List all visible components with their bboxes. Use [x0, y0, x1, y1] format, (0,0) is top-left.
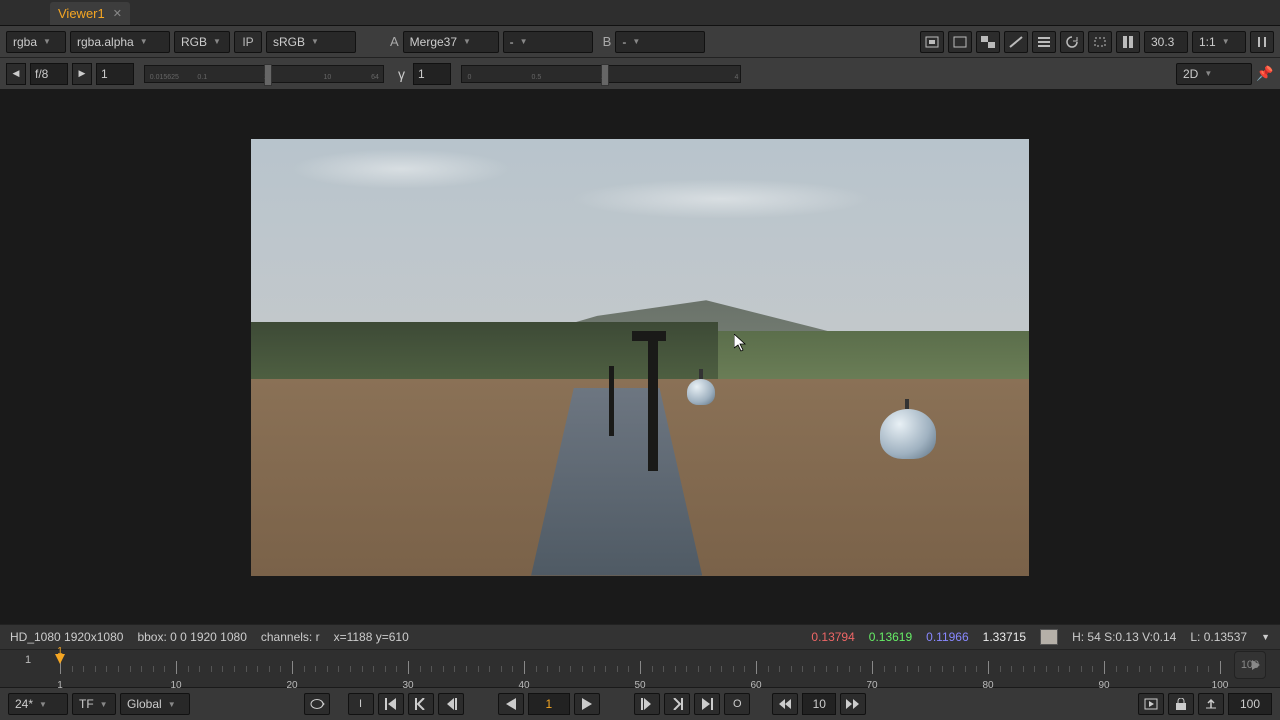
- fps-dropdown[interactable]: 24*▼: [8, 693, 68, 715]
- status-format: HD_1080 1920x1080: [10, 630, 123, 644]
- ip-toggle[interactable]: IP: [234, 31, 262, 53]
- chevron-down-icon: ▼: [1222, 37, 1230, 46]
- channel-dropdown[interactable]: rgba.alpha▼: [70, 31, 170, 53]
- refresh-icon[interactable]: [1060, 31, 1084, 53]
- in-point-button[interactable]: I: [348, 693, 374, 715]
- overscan-icon[interactable]: [948, 31, 972, 53]
- chevron-down-icon: ▼: [1204, 69, 1212, 78]
- jog-back-icon[interactable]: [772, 693, 798, 715]
- timeline-start-label: 1: [8, 654, 48, 666]
- step-field[interactable]: 10: [802, 693, 836, 715]
- timeline-end-cap[interactable]: 100: [1234, 651, 1266, 679]
- viewer-toolbar-top: rgba▼ rgba.alpha▼ RGB▼ IP sRGB▼ A Merge3…: [0, 26, 1280, 58]
- next-key-icon[interactable]: [664, 693, 690, 715]
- step-back-icon[interactable]: [438, 693, 464, 715]
- fps-display[interactable]: 30.3: [1144, 31, 1188, 53]
- view-mode-dropdown[interactable]: 2D▼: [1176, 63, 1252, 85]
- last-frame-icon[interactable]: [694, 693, 720, 715]
- playback-bar: 24*▼ TF▼ Global▼ I 1 O 10 100: [0, 688, 1280, 720]
- chevron-down-icon: ▼: [140, 37, 148, 46]
- rendered-image: 1920,1080 HD_1080: [251, 139, 1029, 576]
- zoom-dropdown[interactable]: 1:1▼: [1192, 31, 1246, 53]
- pixel-r: 0.13794: [811, 630, 854, 644]
- current-frame-field[interactable]: 1: [528, 693, 570, 715]
- play-icon: [1250, 659, 1262, 671]
- loop-icon[interactable]: [304, 693, 330, 715]
- gain-field[interactable]: 1: [96, 63, 134, 85]
- chevron-down-icon[interactable]: ▼: [1261, 632, 1270, 642]
- play-forward-icon[interactable]: [574, 693, 600, 715]
- range-end-field[interactable]: 100: [1228, 693, 1272, 715]
- checker-icon[interactable]: [976, 31, 1000, 53]
- pixel-b: 0.11966: [926, 630, 969, 644]
- gamma-slider[interactable]: 00.514: [461, 65, 741, 83]
- fstop-field[interactable]: f/8: [30, 63, 68, 85]
- prev-icon[interactable]: ◀: [6, 63, 26, 85]
- sync-dropdown[interactable]: Global▼: [120, 693, 190, 715]
- chevron-down-icon: ▼: [463, 37, 471, 46]
- a-slot-dropdown[interactable]: -▼: [503, 31, 593, 53]
- settings-icon[interactable]: [1250, 31, 1274, 53]
- chevron-down-icon: ▼: [213, 37, 221, 46]
- flipbook-icon[interactable]: [1138, 693, 1164, 715]
- chevron-down-icon: ▼: [632, 37, 640, 46]
- viewer-tab[interactable]: Viewer1 ✕: [50, 2, 130, 25]
- a-input-label: A: [390, 34, 399, 49]
- lock-icon[interactable]: [1168, 693, 1194, 715]
- pause-icon[interactable]: [1116, 31, 1140, 53]
- first-frame-icon[interactable]: [378, 693, 404, 715]
- b-input-label: B: [603, 34, 612, 49]
- pixel-lum: L: 0.13537: [1190, 630, 1247, 644]
- gamma-label: γ: [398, 66, 405, 82]
- chevron-down-icon: ▼: [100, 700, 108, 709]
- bbox-icon[interactable]: [1088, 31, 1112, 53]
- export-icon[interactable]: [1198, 693, 1224, 715]
- layer-dropdown[interactable]: rgba▼: [6, 31, 66, 53]
- roi-icon[interactable]: [920, 31, 944, 53]
- tf-dropdown[interactable]: TF▼: [72, 693, 116, 715]
- viewer-tab-label: Viewer1: [58, 6, 105, 21]
- status-coords: x=1188 y=610: [334, 630, 409, 644]
- viewer-toolbar-exposure: ◀ f/8 ▶ 1 0.0156250.111064 γ 1 00.514 2D…: [0, 58, 1280, 90]
- colorspace-dropdown[interactable]: RGB▼: [174, 31, 230, 53]
- lines-icon[interactable]: [1032, 31, 1056, 53]
- pixel-info-bar: HD_1080 1920x1080 bbox: 0 0 1920 1080 ch…: [0, 624, 1280, 650]
- chevron-down-icon: ▼: [43, 37, 51, 46]
- chevron-down-icon: ▼: [168, 700, 176, 709]
- play-back-icon[interactable]: [498, 693, 524, 715]
- status-channels: channels: r: [261, 630, 320, 644]
- pixel-swatch: [1040, 629, 1058, 645]
- status-bbox: bbox: 0 0 1920 1080: [137, 630, 246, 644]
- prev-key-icon[interactable]: [408, 693, 434, 715]
- chevron-down-icon: ▼: [311, 37, 319, 46]
- next-icon[interactable]: ▶: [72, 63, 92, 85]
- clip-icon[interactable]: [1004, 31, 1028, 53]
- timeline[interactable]: 1 11020304050607080901001 100: [0, 650, 1280, 688]
- chevron-down-icon: ▼: [520, 37, 528, 46]
- b-slot-dropdown[interactable]: -▼: [615, 31, 705, 53]
- pixel-hsv: H: 54 S:0.13 V:0.14: [1072, 630, 1176, 644]
- gain-slider[interactable]: 0.0156250.111064: [144, 65, 384, 83]
- jog-fwd-icon[interactable]: [840, 693, 866, 715]
- close-icon[interactable]: ✕: [113, 7, 122, 20]
- lut-dropdown[interactable]: sRGB▼: [266, 31, 356, 53]
- viewport[interactable]: 1920,1080 HD_1080: [0, 90, 1280, 624]
- chevron-down-icon: ▼: [39, 700, 47, 709]
- a-node-dropdown[interactable]: Merge37▼: [403, 31, 499, 53]
- out-point-button[interactable]: O: [724, 693, 750, 715]
- gamma-field[interactable]: 1: [413, 63, 451, 85]
- step-fwd-icon[interactable]: [634, 693, 660, 715]
- pixel-a: 1.33715: [983, 630, 1026, 644]
- pin-icon[interactable]: 📌: [1256, 65, 1274, 83]
- pixel-g: 0.13619: [869, 630, 912, 644]
